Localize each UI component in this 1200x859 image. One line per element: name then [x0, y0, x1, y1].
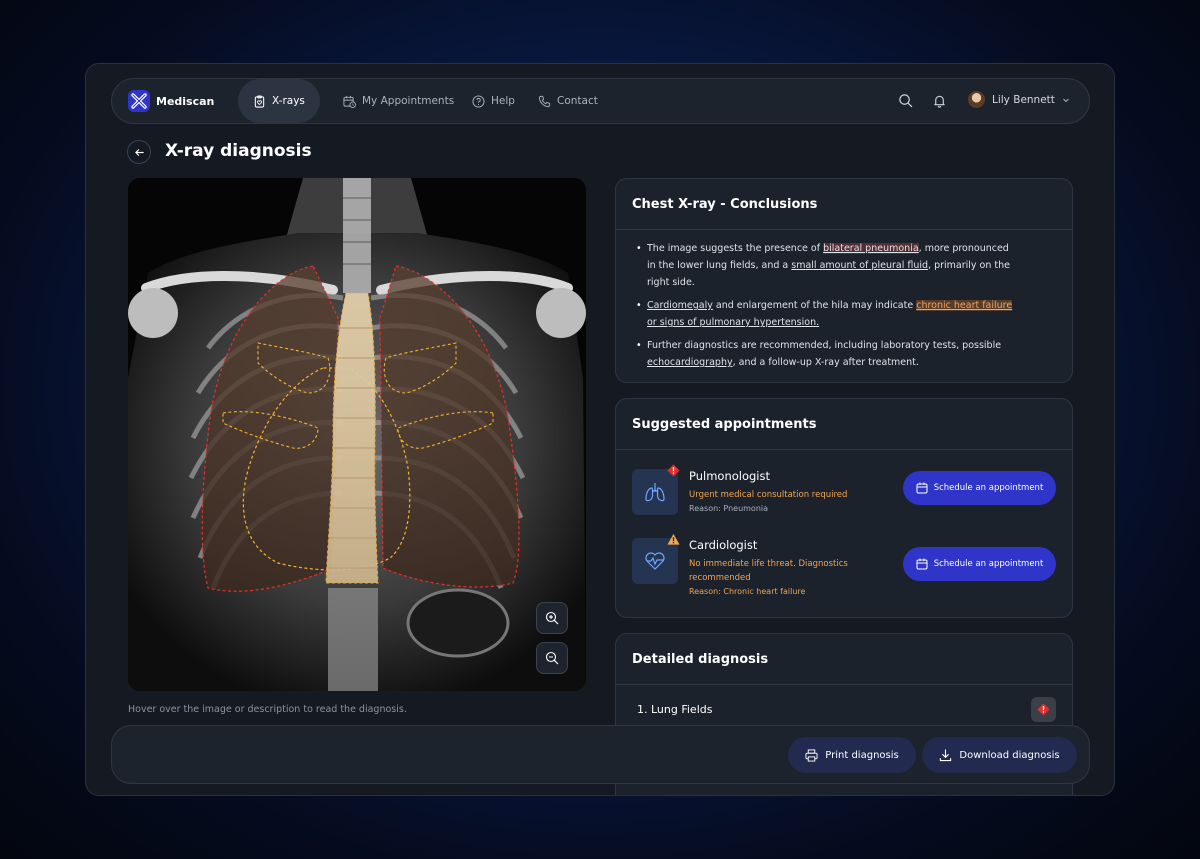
finding-bilateral-pneumonia[interactable]: bilateral pneumonia: [823, 243, 919, 254]
conclusions-card: Chest X-ray - Conclusions The image sugg…: [615, 178, 1073, 383]
download-icon: [940, 748, 952, 761]
schedule-appointment-button[interactable]: Schedule an appointment: [903, 471, 1056, 505]
finding-echocardiography[interactable]: echocardiography: [647, 357, 733, 368]
mediscan-logo-icon: [128, 90, 150, 112]
appointment-status: No immediate life threat. Diagnostics re…: [689, 559, 848, 583]
question-circle-icon: [472, 94, 485, 108]
clipboard-heart-icon: [254, 94, 265, 108]
nav-item-contact[interactable]: Contact: [538, 79, 598, 123]
phone-icon: [538, 95, 551, 107]
schedule-button-label: Schedule an appointment: [933, 559, 1044, 569]
bottom-action-bar: Print diagnosis Download diagnosis: [111, 725, 1090, 784]
bell-icon[interactable]: [932, 93, 947, 108]
nav-item-label: Contact: [557, 95, 598, 107]
nav-item-xrays[interactable]: X-rays: [238, 79, 320, 123]
finding-cardiomegaly[interactable]: Cardiomegaly: [647, 300, 713, 311]
heart-pulse-icon: [645, 552, 665, 570]
zoom-out-icon: [545, 651, 559, 665]
text-part: and enlargement of the hila may indicate: [712, 300, 917, 311]
page-title: X-ray diagnosis: [165, 141, 312, 161]
print-button-label: Print diagnosis: [825, 749, 899, 761]
user-name: Lily Bennett: [992, 93, 1055, 106]
zoom-in-button[interactable]: [536, 602, 568, 634]
conclusion-item: Cardiomegaly and enlargement of the hila…: [636, 297, 1016, 331]
top-navigation: Mediscan X-rays My Appointments Help Con…: [111, 78, 1090, 124]
appointments-card: Suggested appointments Pulmonologist Urg…: [615, 398, 1073, 618]
appointment-pulmonologist: Pulmonologist Urgent medical consultatio…: [632, 464, 1058, 533]
appointment-reason: Reason: Chronic heart failure: [689, 587, 806, 596]
warning-triangle-icon: [667, 533, 680, 545]
logo[interactable]: Mediscan: [128, 90, 214, 112]
app-name: Mediscan: [156, 94, 215, 108]
conclusion-item: Further diagnostics are recommended, inc…: [636, 337, 1016, 371]
doctor-name: Pulmonologist: [689, 469, 771, 483]
appointment-status: Urgent medical consultation required: [689, 490, 848, 500]
search-icon[interactable]: [898, 93, 913, 108]
detailed-diagnosis-title: Detailed diagnosis: [616, 634, 1072, 685]
schedule-button-label: Schedule an appointment: [933, 483, 1044, 493]
app-window: Mediscan X-rays My Appointments Help Con…: [85, 63, 1115, 796]
zoom-out-button[interactable]: [536, 642, 568, 674]
appointment-reason: Reason: Pneumonia: [689, 504, 769, 513]
appointments-title: Suggested appointments: [616, 399, 1072, 450]
urgent-diamond-icon: [667, 464, 680, 477]
avatar: [968, 91, 985, 108]
download-diagnosis-button[interactable]: Download diagnosis: [922, 737, 1077, 773]
nav-item-label: Help: [491, 95, 515, 107]
calendar-clock-icon: [343, 95, 356, 108]
nav-item-appointments[interactable]: My Appointments: [343, 79, 454, 123]
nav-item-label: X-rays: [272, 95, 305, 107]
xray-viewer[interactable]: [128, 178, 586, 691]
printer-icon: [805, 748, 818, 762]
xray-hint: Hover over the image or description to r…: [128, 704, 407, 715]
lung-fields-status-badge: [1031, 697, 1056, 722]
conclusions-list: The image suggests the presence of bilat…: [616, 230, 1072, 371]
zoom-in-icon: [545, 611, 559, 625]
schedule-appointment-button[interactable]: Schedule an appointment: [903, 547, 1056, 581]
nav-item-help[interactable]: Help: [472, 79, 515, 123]
diagnosis-section-lung-fields[interactable]: 1. Lung Fields: [637, 703, 712, 716]
finding-pulmonary-hypertension[interactable]: or signs of pulmonary hypertension.: [647, 317, 819, 328]
back-button[interactable]: [127, 140, 151, 164]
arrow-left-icon: [134, 148, 144, 156]
download-button-label: Download diagnosis: [959, 749, 1060, 761]
chevron-down-icon: [1063, 98, 1069, 102]
chest-xray-image: [128, 178, 586, 691]
urgent-diamond-icon: [1037, 703, 1050, 716]
calendar-icon: [916, 558, 928, 570]
appointment-cardiologist: Cardiologist No immediate life threat. D…: [632, 533, 1058, 602]
lungs-icon: [645, 483, 665, 502]
user-menu[interactable]: Lily Bennett: [968, 91, 1070, 108]
finding-chronic-heart-failure[interactable]: chronic heart failure: [916, 300, 1013, 311]
text-part: Further diagnostics are recommended, inc…: [647, 340, 1002, 351]
finding-pleural-fluid[interactable]: small amount of pleural fluid: [791, 260, 928, 271]
text-part: The image suggests the presence of: [647, 243, 824, 254]
doctor-name: Cardiologist: [689, 538, 758, 552]
calendar-icon: [916, 482, 928, 494]
conclusion-item: The image suggests the presence of bilat…: [636, 240, 1016, 291]
print-diagnosis-button[interactable]: Print diagnosis: [788, 737, 916, 773]
conclusions-title: Chest X-ray - Conclusions: [616, 179, 1072, 230]
nav-item-label: My Appointments: [362, 95, 455, 107]
text-part: , and a follow-up X-ray after treatment.: [732, 357, 919, 368]
